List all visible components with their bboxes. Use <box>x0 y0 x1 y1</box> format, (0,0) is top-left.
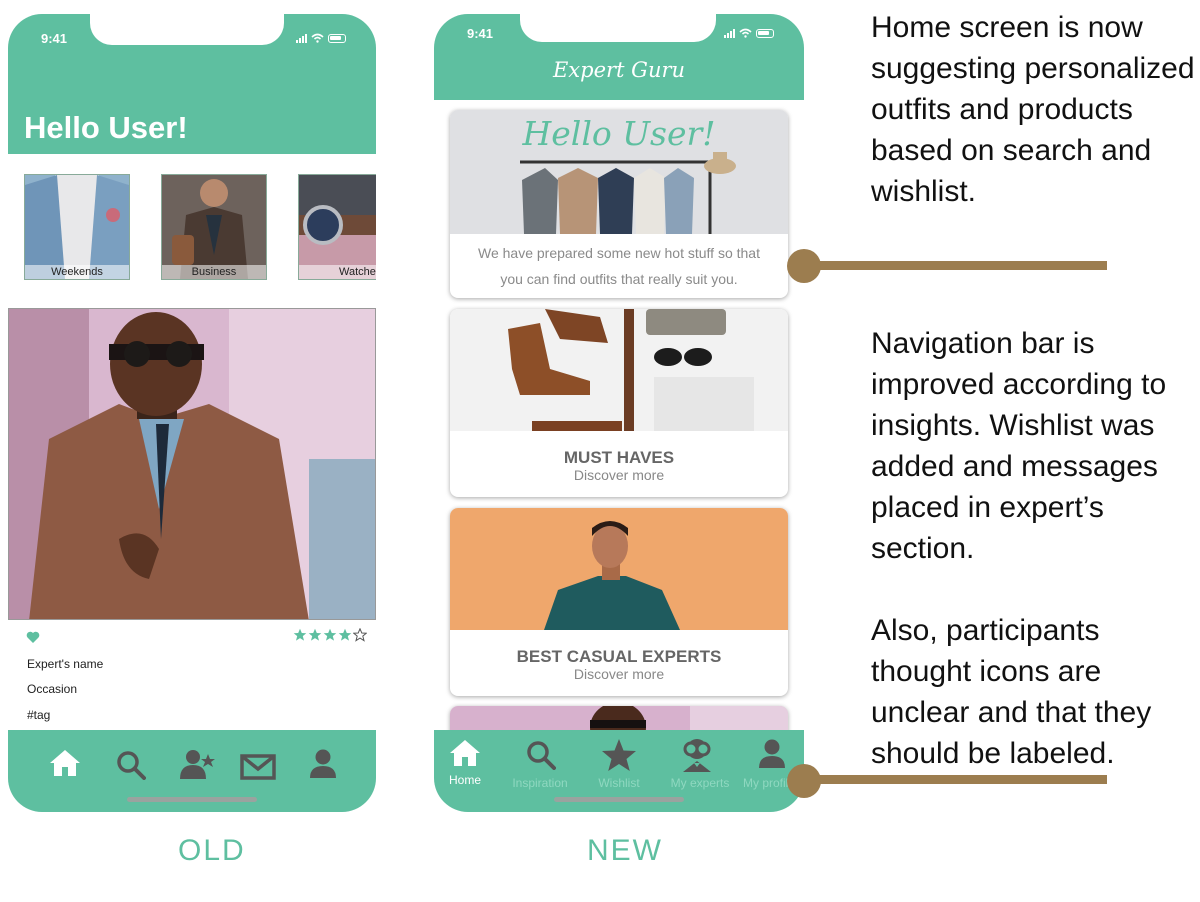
new-caption: NEW <box>587 834 663 867</box>
category-label: Weekends <box>25 265 129 279</box>
annotation-navigation-bar: Navigation bar is improved according to … <box>871 327 1167 565</box>
signal-icon <box>296 33 307 43</box>
nav-label-wishlist[interactable]: Wishlist <box>579 776 659 790</box>
app-title: Expert Guru <box>552 58 686 82</box>
home-icon[interactable] <box>48 748 82 778</box>
battery-icon <box>328 33 346 43</box>
man-leather-jacket-image <box>9 309 375 619</box>
annotation-home-screen: Home screen is now suggesting personaliz… <box>871 11 1195 208</box>
annotation-icons: Also, participants thought icons are unc… <box>871 614 1152 770</box>
denim-jacket-image <box>25 175 129 279</box>
featured-outfit-image[interactable] <box>8 308 376 620</box>
connector-line-home <box>804 261 1107 270</box>
greeting-heading: Hello User! <box>24 110 188 145</box>
status-icons <box>296 33 346 43</box>
new-navigation-bar: Home Inspiration Wishlist My experts My … <box>434 730 804 812</box>
experts-icon[interactable] <box>180 748 216 780</box>
search-icon[interactable] <box>526 740 556 770</box>
old-navigation-bar <box>8 730 376 812</box>
star-filled-icon <box>323 628 337 641</box>
phone-notch <box>90 14 284 45</box>
heart-icon[interactable] <box>26 631 40 644</box>
best-casual-experts-card[interactable]: BEST CASUAL EXPERTS Discover more <box>450 508 788 696</box>
nav-label-home[interactable]: Home <box>434 773 505 787</box>
profile-icon[interactable] <box>310 748 336 780</box>
signal-icon <box>724 28 735 38</box>
card-title: BEST CASUAL EXPERTS <box>516 647 722 666</box>
hello-card[interactable]: Hello User! We have prepared some new ho… <box>450 110 788 298</box>
star-filled-icon <box>308 628 322 641</box>
category-label: Business <box>162 265 266 279</box>
connector-dot-nav <box>787 764 821 798</box>
category-thumb-watches[interactable]: Watches <box>298 174 376 280</box>
status-icons <box>724 28 774 38</box>
card-subtitle[interactable]: Discover more <box>450 666 788 682</box>
phone-notch <box>520 14 716 42</box>
category-thumb-business[interactable]: Business <box>161 174 267 280</box>
card-subtitle[interactable]: Discover more <box>450 467 788 483</box>
expert-name-text: Expert's name <box>27 657 104 671</box>
category-thumb-weekends[interactable]: Weekends <box>24 174 130 280</box>
must-haves-card[interactable]: MUST HAVES Discover more <box>450 309 788 497</box>
wifi-icon <box>739 28 752 38</box>
star-filled-icon <box>293 628 307 641</box>
home-icon[interactable] <box>448 738 482 768</box>
rating-stars <box>293 628 367 642</box>
hello-card-text: We have prepared some new hot stuff so t… <box>478 245 760 287</box>
hello-card-greeting: Hello User! <box>522 114 716 153</box>
battery-icon <box>756 28 774 38</box>
experts-icon[interactable] <box>680 737 714 773</box>
old-phone-screen: 9:41 Hello User! Weekends Business Watch… <box>8 14 376 812</box>
star-icon[interactable] <box>601 738 637 772</box>
tag-text: #tag <box>27 708 51 722</box>
accessories-flatlay-image <box>450 309 788 431</box>
search-icon[interactable] <box>116 750 146 780</box>
new-phone-screen: 9:41 Expert Guru Hello User! We have pre… <box>434 14 804 812</box>
home-indicator <box>554 797 684 802</box>
star-empty-icon <box>353 628 367 642</box>
category-label: Watches <box>299 265 376 279</box>
star-filled-icon <box>338 628 352 641</box>
connector-dot-home <box>787 249 821 283</box>
wifi-icon <box>311 33 324 43</box>
home-indicator <box>127 797 257 802</box>
profile-icon[interactable] <box>759 738 785 770</box>
old-caption: OLD <box>178 834 246 867</box>
casual-expert-image <box>450 508 788 630</box>
card-title: MUST HAVES <box>563 448 675 467</box>
nav-label-my-experts[interactable]: My experts <box>660 776 740 790</box>
nav-label-inspiration[interactable]: Inspiration <box>500 776 580 790</box>
connector-line-nav <box>804 775 1107 784</box>
status-time: 9:41 <box>467 26 494 41</box>
business-image <box>162 175 266 279</box>
occasion-text: Occasion <box>27 682 78 696</box>
messages-icon[interactable] <box>240 754 276 780</box>
watch-image <box>299 175 376 279</box>
status-time: 9:41 <box>41 31 68 46</box>
